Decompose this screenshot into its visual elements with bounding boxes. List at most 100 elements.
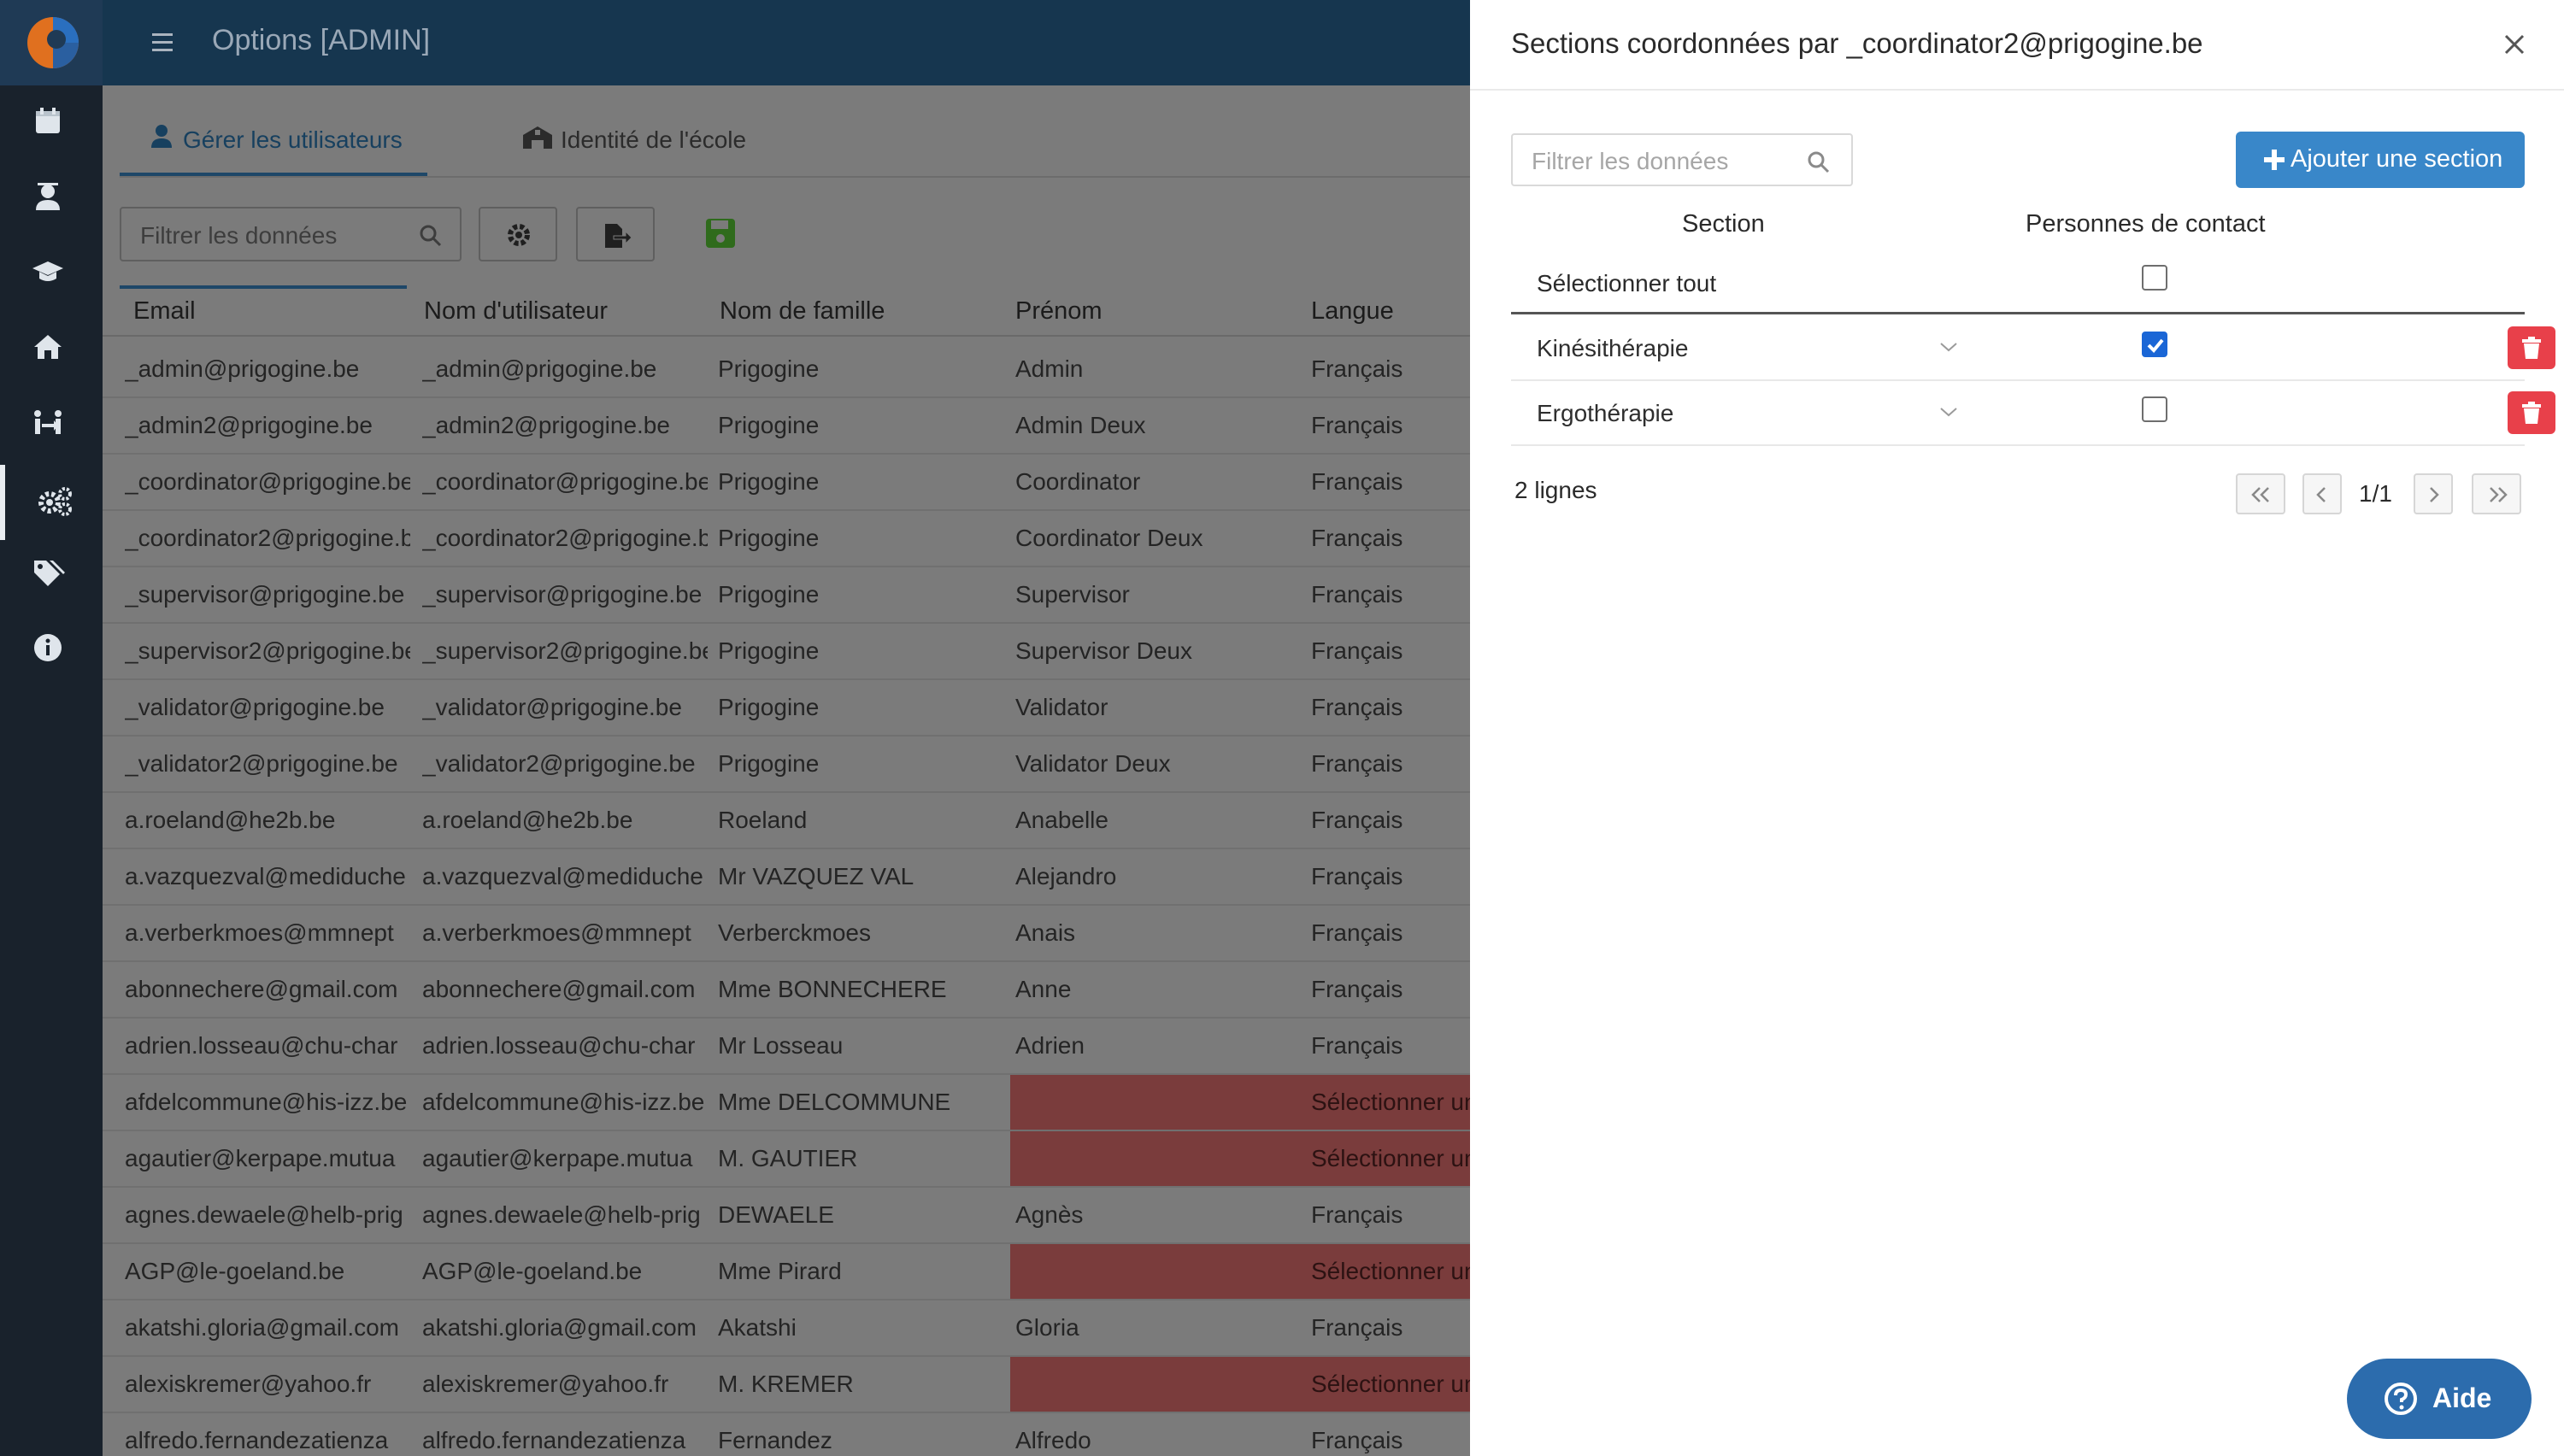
cell-firstname[interactable]: Agnès	[1015, 1201, 1272, 1229]
cell-username[interactable]: _coordinator@prigogine.be	[422, 468, 708, 496]
chevron-down-icon[interactable]	[1938, 405, 1959, 419]
sidebar-item-supervisors[interactable]	[0, 161, 103, 236]
cell-language[interactable]: Français	[1311, 637, 1470, 665]
section-name[interactable]: Kinésithérapie	[1537, 335, 1688, 362]
cell-username[interactable]: _validator2@prigogine.be	[422, 750, 708, 778]
cell-lastname[interactable]: Prigogine	[718, 750, 1000, 778]
table-row[interactable]: akatshi.gloria@gmail.com akatshi.gloria@g…	[103, 1300, 1470, 1357]
cell-language[interactable]: Français	[1311, 525, 1470, 552]
column-header-language[interactable]: Langue	[1311, 297, 1394, 326]
table-row[interactable]: afdelcommune@his-izz.be afdelcommune@his-…	[103, 1075, 1470, 1131]
close-icon[interactable]	[2497, 27, 2532, 62]
cell-firstname[interactable]: Anais	[1015, 919, 1272, 947]
cell-lastname[interactable]: M. GAUTIER	[718, 1145, 1000, 1172]
table-row[interactable]: _supervisor2@prigogine.be _supervisor2@pr…	[103, 624, 1470, 680]
cell-lastname[interactable]: Prigogine	[718, 581, 1000, 608]
column-header-username[interactable]: Nom d'utilisateur	[424, 297, 608, 326]
cell-lastname[interactable]: Mr VAZQUEZ VAL	[718, 863, 1000, 890]
help-button[interactable]: Aide	[2347, 1359, 2532, 1439]
cell-lastname[interactable]: Mr Losseau	[718, 1032, 1000, 1060]
cell-firstname[interactable]: Validator Deux	[1015, 750, 1272, 778]
cell-language[interactable]: Sélectionner une	[1311, 1145, 1470, 1172]
table-row[interactable]: _supervisor@prigogine.be _supervisor@prig…	[103, 567, 1470, 624]
cell-username[interactable]: _admin@prigogine.be	[422, 355, 708, 383]
cell-lastname[interactable]: Prigogine	[718, 694, 1000, 721]
cell-email[interactable]: _supervisor2@prigogine.be	[125, 637, 410, 665]
cell-firstname[interactable]: Anabelle	[1015, 807, 1272, 834]
cell-email[interactable]: _admin2@prigogine.be	[125, 412, 410, 439]
cell-username[interactable]: alexiskremer@yahoo.fr	[422, 1371, 708, 1398]
column-header-email[interactable]: Email	[133, 297, 196, 326]
cell-language[interactable]: Français	[1311, 976, 1470, 1003]
cell-username[interactable]: agnes.dewaele@helb-prig	[422, 1201, 708, 1229]
tab-manage-users[interactable]: Gérer les utilisateurs	[120, 85, 427, 176]
cell-language[interactable]: Sélectionner une	[1311, 1089, 1470, 1116]
cell-language[interactable]: Français	[1311, 807, 1470, 834]
column-header-lastname[interactable]: Nom de famille	[720, 297, 885, 326]
cell-username[interactable]: AGP@le-goeland.be	[422, 1258, 708, 1285]
chevron-down-icon[interactable]	[1938, 340, 1959, 354]
cell-lastname[interactable]: Prigogine	[718, 468, 1000, 496]
cell-email[interactable]: _coordinator2@prigogine.be	[125, 525, 410, 552]
sidebar-item-tags[interactable]	[0, 537, 103, 612]
cell-lastname[interactable]: Prigogine	[718, 412, 1000, 439]
cell-firstname[interactable]: Alfredo	[1015, 1427, 1272, 1454]
cell-email[interactable]: AGP@le-goeland.be	[125, 1258, 410, 1285]
cell-lastname[interactable]: Mme BONNECHERE	[718, 976, 1000, 1003]
save-icon[interactable]	[704, 217, 737, 250]
first-page-button[interactable]	[2236, 473, 2285, 514]
delete-section-button[interactable]	[2508, 391, 2555, 434]
cell-firstname[interactable]: Validator	[1015, 694, 1272, 721]
cell-lastname[interactable]: Prigogine	[718, 637, 1000, 665]
cell-username[interactable]: abonnechere@gmail.com	[422, 976, 708, 1003]
cell-language[interactable]: Français	[1311, 750, 1470, 778]
users-filter-input[interactable]: Filtrer les données	[120, 207, 462, 261]
app-logo[interactable]	[0, 0, 103, 85]
cell-email[interactable]: adrien.losseau@chu-char	[125, 1032, 410, 1060]
contact-checkbox[interactable]	[2142, 396, 2167, 422]
table-row[interactable]: abonnechere@gmail.com abonnechere@gmail.c…	[103, 962, 1470, 1019]
table-row[interactable]: a.roeland@he2b.be a.roeland@he2b.be Roelan…	[103, 793, 1470, 849]
table-row[interactable]: _coordinator@prigogine.be _coordinator@pr…	[103, 455, 1470, 511]
cell-firstname[interactable]: Admin Deux	[1015, 412, 1272, 439]
cell-lastname[interactable]: Akatshi	[718, 1314, 1000, 1342]
table-row[interactable]: _admin2@prigogine.be _admin2@prigogine.be…	[103, 398, 1470, 455]
cell-email[interactable]: abonnechere@gmail.com	[125, 976, 410, 1003]
cell-language[interactable]: Français	[1311, 863, 1470, 890]
table-row[interactable]: _validator@prigogine.be _validator@prigog…	[103, 680, 1470, 737]
add-section-button[interactable]: Ajouter une section	[2236, 132, 2525, 188]
cell-language[interactable]: Français	[1311, 581, 1470, 608]
cell-lastname[interactable]: M. KREMER	[718, 1371, 1000, 1398]
table-row[interactable]: agautier@kerpape.mutua agautier@kerpape.m…	[103, 1131, 1470, 1188]
cell-email[interactable]: akatshi.gloria@gmail.com	[125, 1314, 410, 1342]
cell-username[interactable]: a.vazquezval@mediduche	[422, 863, 708, 890]
cell-email[interactable]: _admin@prigogine.be	[125, 355, 410, 383]
cell-email[interactable]: a.roeland@he2b.be	[125, 807, 410, 834]
cell-firstname[interactable]: Supervisor	[1015, 581, 1272, 608]
sidebar-item-calendar[interactable]	[0, 85, 103, 161]
column-header-firstname[interactable]: Prénom	[1015, 297, 1103, 326]
table-row[interactable]: a.vazquezval@mediduche a.vazquezval@medid…	[103, 849, 1470, 906]
tab-school-identity[interactable]: Identité de l'école	[504, 85, 795, 176]
cell-username[interactable]: agautier@kerpape.mutua	[422, 1145, 708, 1172]
cell-lastname[interactable]: Prigogine	[718, 355, 1000, 383]
table-row[interactable]: a.verberkmoes@mmnept a.verberkmoes@mmnept…	[103, 906, 1470, 962]
cell-username[interactable]: a.roeland@he2b.be	[422, 807, 708, 834]
table-row[interactable]: AGP@le-goeland.be AGP@le-goeland.be Mme Pi…	[103, 1244, 1470, 1300]
last-page-button[interactable]	[2472, 473, 2521, 514]
cell-username[interactable]: _admin2@prigogine.be	[422, 412, 708, 439]
cell-username[interactable]: _supervisor@prigogine.be	[422, 581, 708, 608]
cell-email[interactable]: _supervisor@prigogine.be	[125, 581, 410, 608]
sidebar-item-internships[interactable]	[0, 386, 103, 461]
cell-lastname[interactable]: Verberckmoes	[718, 919, 1000, 947]
cell-language[interactable]: Français	[1311, 694, 1470, 721]
sidebar-item-students[interactable]	[0, 236, 103, 311]
cell-lastname[interactable]: DEWAELE	[718, 1201, 1000, 1229]
cell-language[interactable]: Français	[1311, 1427, 1470, 1454]
export-button[interactable]	[576, 207, 655, 261]
cell-language[interactable]: Français	[1311, 468, 1470, 496]
table-row[interactable]: _admin@prigogine.be _admin@prigogine.be Pr…	[103, 342, 1470, 398]
cell-email[interactable]: _coordinator@prigogine.be	[125, 468, 410, 496]
cell-language[interactable]: Sélectionner une	[1311, 1258, 1470, 1285]
prev-page-button[interactable]	[2302, 473, 2342, 514]
